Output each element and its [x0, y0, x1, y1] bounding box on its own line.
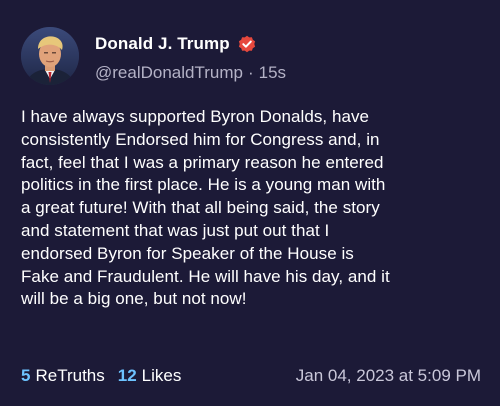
avatar-image [21, 27, 79, 85]
post-timestamp[interactable]: Jan 04, 2023 at 5:09 PM [296, 366, 481, 386]
author-name-row: Donald J. Trump [95, 33, 286, 55]
likes-count: 12 [117, 366, 137, 385]
retruths-count: 5 [21, 366, 31, 385]
meta-separator: · [247, 63, 254, 82]
retruths-label: ReTruths [35, 366, 105, 385]
verified-badge-icon [238, 35, 256, 53]
retruths-stat[interactable]: 5 ReTruths [21, 366, 105, 386]
author-handle[interactable]: @realDonaldTrump [95, 63, 243, 82]
likes-stat[interactable]: 12 Likes [118, 366, 182, 386]
avatar[interactable] [21, 27, 79, 85]
author-block: Donald J. Trump @realDonaldTrump · 15s [95, 33, 286, 83]
relative-time[interactable]: 15s [259, 63, 286, 82]
post-text: I have always supported Byron Donalds, h… [21, 107, 390, 309]
post-stats: 5 ReTruths 12 Likes Jan 04, 2023 at 5:09… [21, 366, 481, 386]
author-name[interactable]: Donald J. Trump [95, 34, 230, 54]
likes-label: Likes [141, 366, 182, 385]
truth-post: Donald J. Trump @realDonaldTrump · 15s I h… [0, 0, 500, 406]
handle-row: @realDonaldTrump · 15s [95, 63, 286, 83]
